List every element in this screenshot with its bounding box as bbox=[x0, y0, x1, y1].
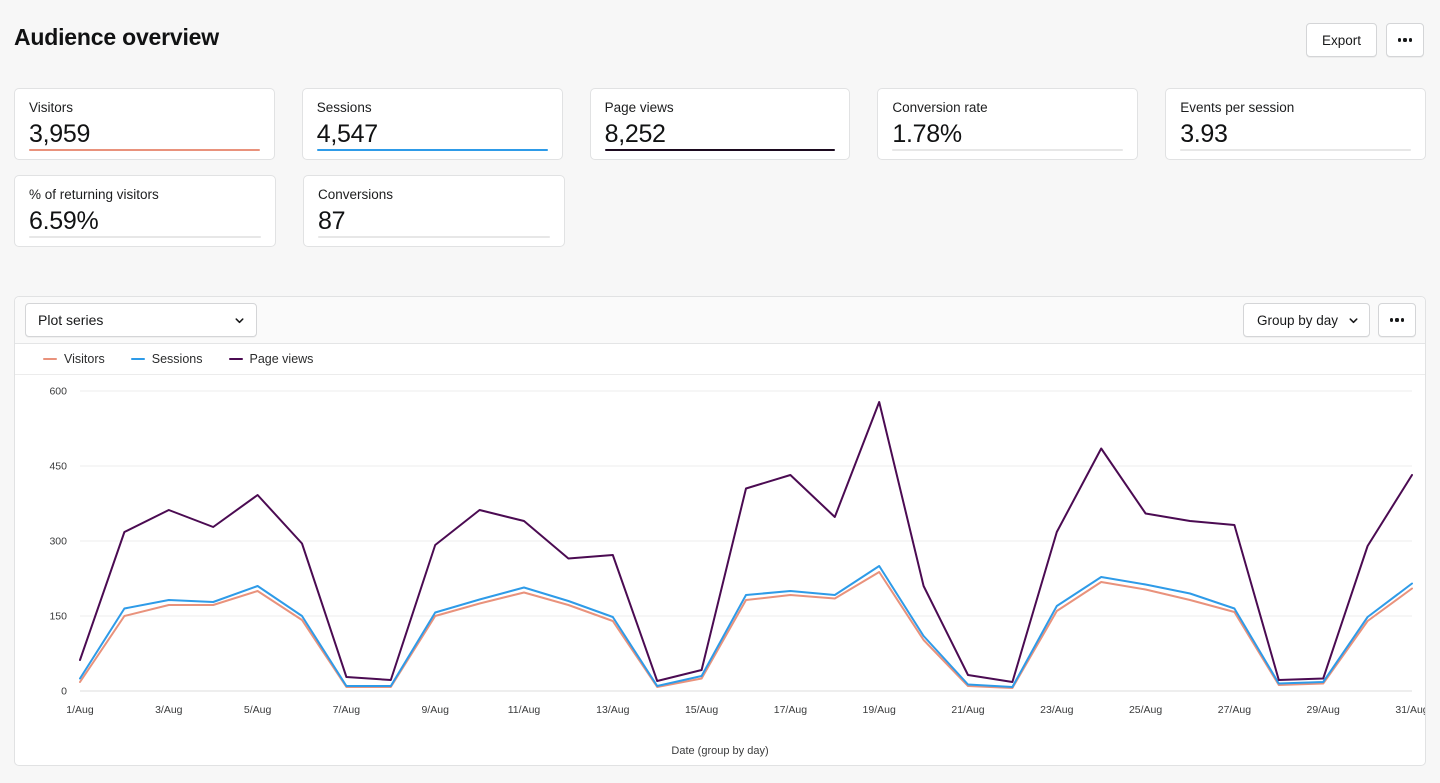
plot-series-label: Plot series bbox=[38, 312, 104, 328]
kpi-label: Visitors bbox=[29, 100, 74, 115]
kpi-cards: Visitors 3,959 Sessions 4,547 Page views… bbox=[14, 88, 1426, 262]
kpi-cards-row-1: Visitors 3,959 Sessions 4,547 Page views… bbox=[14, 88, 1426, 160]
legend-swatch-visitors bbox=[43, 357, 57, 361]
svg-text:5/Aug: 5/Aug bbox=[244, 704, 272, 716]
kpi-label: Conversions bbox=[318, 187, 394, 202]
x-axis-title: Date (group by day) bbox=[671, 745, 769, 757]
svg-text:7/Aug: 7/Aug bbox=[333, 704, 361, 716]
chart-toolbar-right: Group by day bbox=[1242, 303, 1416, 337]
kpi-accent-bar bbox=[316, 148, 548, 151]
chart-more-button[interactable] bbox=[1378, 303, 1416, 337]
svg-text:21/Aug: 21/Aug bbox=[951, 704, 984, 716]
group-by-select[interactable]: Group by day bbox=[1242, 303, 1370, 337]
svg-text:23/Aug: 23/Aug bbox=[1040, 704, 1073, 716]
kpi-label: % of returning visitors bbox=[29, 187, 159, 202]
plot-series-select[interactable]: Plot series bbox=[25, 303, 257, 337]
kpi-value: 8,252 bbox=[604, 120, 666, 148]
kpi-cards-row-2: % of returning visitors 6.59% Conversion… bbox=[14, 175, 1426, 247]
kpi-label: Page views bbox=[604, 100, 674, 115]
header-actions: Export bbox=[1305, 23, 1424, 57]
ellipsis-icon bbox=[1389, 318, 1405, 322]
audience-overview-page: Audience overview Export Visitors 3,959 … bbox=[0, 0, 1440, 783]
kpi-label: Events per session bbox=[1180, 100, 1295, 115]
kpi-accent-bar bbox=[29, 236, 261, 238]
kpi-value: 4,547 bbox=[316, 120, 378, 148]
svg-text:450: 450 bbox=[49, 461, 67, 473]
kpi-label: Conversion rate bbox=[892, 100, 988, 115]
svg-text:300: 300 bbox=[49, 536, 67, 548]
kpi-value: 3.93 bbox=[1180, 120, 1228, 148]
group-by-label: Group by day bbox=[1256, 312, 1338, 328]
kpi-value: 6.59% bbox=[29, 207, 99, 235]
kpi-value: 87 bbox=[318, 207, 346, 235]
svg-text:31/Aug: 31/Aug bbox=[1395, 704, 1425, 716]
kpi-card-page-views[interactable]: Page views 8,252 bbox=[589, 88, 851, 160]
legend-label: Page views bbox=[249, 352, 314, 366]
kpi-card-events-per-session[interactable]: Events per session 3.93 bbox=[1165, 88, 1426, 160]
kpi-card-visitors[interactable]: Visitors 3,959 bbox=[14, 88, 275, 160]
svg-text:150: 150 bbox=[49, 611, 67, 623]
legend-swatch-page-views bbox=[228, 357, 243, 361]
svg-text:29/Aug: 29/Aug bbox=[1307, 704, 1340, 716]
legend-label: Visitors bbox=[64, 352, 105, 366]
svg-text:11/Aug: 11/Aug bbox=[508, 704, 541, 716]
svg-text:0: 0 bbox=[61, 686, 67, 698]
line-chart-svg: 0 150 300 450 600 1/Aug 3/Aug 5/Aug 7/Aug 9/Aug 11… bbox=[49, 386, 1425, 717]
chart-legend: Visitors Sessions Page views bbox=[15, 344, 1425, 375]
page-title: Audience overview bbox=[14, 24, 219, 50]
kpi-accent-bar bbox=[604, 148, 836, 151]
header-more-button[interactable] bbox=[1386, 23, 1424, 57]
legend-swatch-sessions bbox=[130, 357, 145, 361]
svg-text:17/Aug: 17/Aug bbox=[774, 704, 807, 716]
svg-text:19/Aug: 19/Aug bbox=[863, 704, 896, 716]
kpi-card-sessions[interactable]: Sessions 4,547 bbox=[301, 88, 563, 160]
svg-text:9/Aug: 9/Aug bbox=[421, 704, 449, 716]
page-header: Audience overview Export bbox=[0, 0, 1440, 78]
legend-item-visitors[interactable]: Visitors bbox=[43, 352, 105, 366]
kpi-accent-bar bbox=[892, 149, 1124, 151]
svg-text:13/Aug: 13/Aug bbox=[596, 704, 629, 716]
kpi-card-conversion-rate[interactable]: Conversion rate 1.78% bbox=[877, 88, 1139, 160]
kpi-accent-bar bbox=[29, 148, 260, 151]
legend-item-page-views[interactable]: Page views bbox=[228, 352, 314, 366]
svg-text:15/Aug: 15/Aug bbox=[685, 704, 718, 716]
svg-text:3/Aug: 3/Aug bbox=[155, 704, 183, 716]
chart-plot-area[interactable]: 0 150 300 450 600 1/Aug 3/Aug 5/Aug 7/Aug 9/Aug 11… bbox=[15, 375, 1425, 765]
chart-panel: Plot series Group by day Visitors Sessio… bbox=[14, 296, 1426, 766]
chart-toolbar: Plot series Group by day bbox=[15, 297, 1425, 344]
kpi-accent-bar bbox=[1180, 149, 1411, 151]
kpi-value: 3,959 bbox=[29, 120, 91, 148]
legend-item-sessions[interactable]: Sessions bbox=[130, 352, 203, 366]
kpi-card-conversions[interactable]: Conversions 87 bbox=[303, 175, 565, 247]
svg-text:27/Aug: 27/Aug bbox=[1218, 704, 1251, 716]
svg-text:1/Aug: 1/Aug bbox=[66, 704, 94, 716]
chevron-down-icon bbox=[233, 314, 246, 327]
svg-text:25/Aug: 25/Aug bbox=[1129, 704, 1162, 716]
chevron-down-icon bbox=[1347, 314, 1360, 327]
kpi-accent-bar bbox=[318, 236, 550, 238]
export-button[interactable]: Export bbox=[1305, 23, 1377, 57]
legend-label: Sessions bbox=[151, 352, 203, 366]
ellipsis-icon bbox=[1397, 38, 1413, 42]
kpi-value: 1.78% bbox=[892, 120, 962, 148]
kpi-label: Sessions bbox=[316, 100, 372, 115]
svg-text:600: 600 bbox=[49, 386, 67, 398]
kpi-card-returning-visitors[interactable]: % of returning visitors 6.59% bbox=[14, 175, 276, 247]
